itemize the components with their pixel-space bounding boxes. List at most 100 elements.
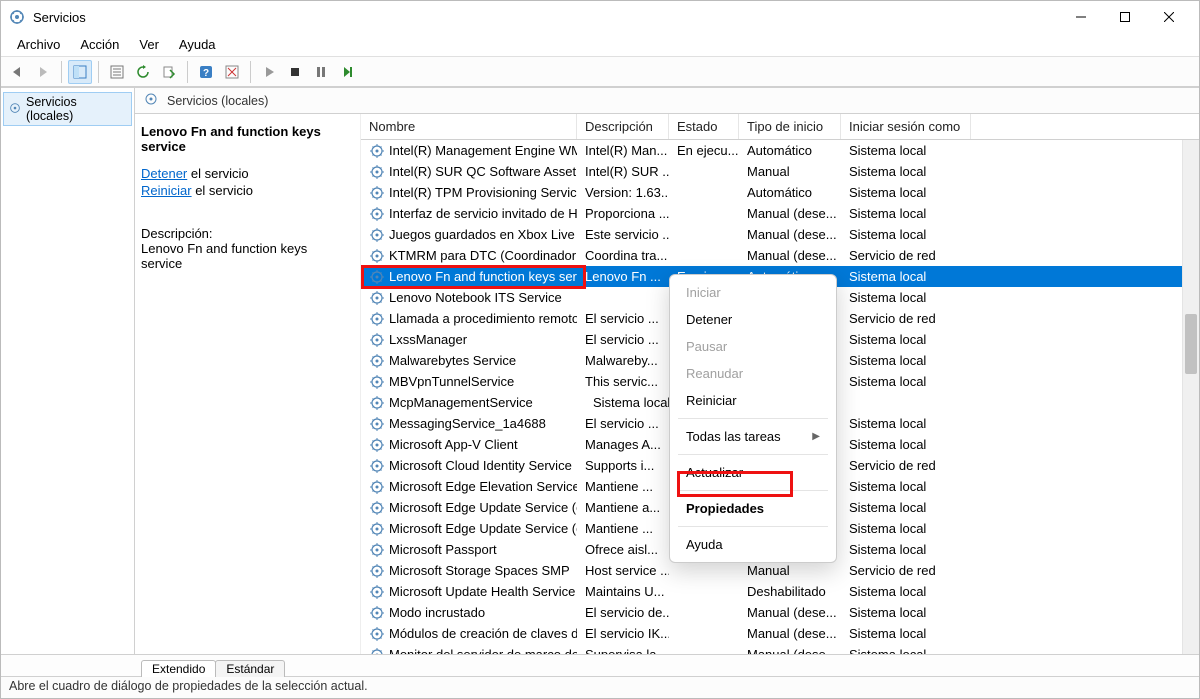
ctx-actualizar[interactable]: Actualizar <box>670 459 836 486</box>
cell-nombre: Intel(R) SUR QC Software Asset Ma... <box>361 161 577 182</box>
col-descripcion[interactable]: Descripción <box>577 114 669 139</box>
menu-separator <box>678 490 828 491</box>
back-button[interactable] <box>5 60 29 84</box>
pause-service-button[interactable] <box>309 60 333 84</box>
cell-desc: Lenovo Fn ... <box>577 266 669 287</box>
window-title: Servicios <box>33 10 86 25</box>
cell-desc: Version: 1.63... <box>577 182 669 203</box>
minimize-button[interactable] <box>1059 1 1103 33</box>
refresh-button[interactable] <box>131 60 155 84</box>
menu-separator <box>678 418 828 419</box>
table-row[interactable]: Juegos guardados en Xbox LiveEste servic… <box>361 224 1199 245</box>
cell-logon: Sistema local <box>841 497 971 518</box>
tree-root-label: Servicios (locales) <box>26 95 127 123</box>
ctx-todas-las-tareas[interactable]: Todas las tareas▶ <box>670 423 836 450</box>
main-header-label: Servicios (locales) <box>167 94 268 108</box>
tab-extendido[interactable]: Extendido <box>141 660 216 677</box>
col-nombre[interactable]: Nombre <box>361 114 577 139</box>
table-row[interactable]: Intel(R) SUR QC Software Asset Ma...Inte… <box>361 161 1199 182</box>
column-headers: Nombre Descripción Estado Tipo de inicio… <box>361 114 1199 140</box>
table-row[interactable]: Intel(R) TPM Provisioning ServiceVersion… <box>361 182 1199 203</box>
maximize-button[interactable] <box>1103 1 1147 33</box>
ctx-ayuda[interactable]: Ayuda <box>670 531 836 558</box>
close-button[interactable] <box>1147 1 1191 33</box>
cell-logon: Sistema local <box>841 413 971 434</box>
table-row[interactable]: Módulos de creación de claves de I...El … <box>361 623 1199 644</box>
col-logon[interactable]: Iniciar sesión como <box>841 114 971 139</box>
cell-tipoinicio: Manual <box>739 560 841 581</box>
cell-estado <box>669 644 739 654</box>
cell-logon: Sistema local <box>841 224 971 245</box>
cell-desc: Supervisa la ... <box>577 644 669 654</box>
menu-ayuda[interactable]: Ayuda <box>169 35 226 54</box>
cell-logon: Sistema local <box>841 518 971 539</box>
cell-desc: Intel(R) Man... <box>577 140 669 161</box>
svg-text:?: ? <box>203 68 209 79</box>
view-tabs: Extendido Estándar <box>1 654 1199 676</box>
services-window: Servicios Archivo Acción Ver Ayuda ? <box>0 0 1200 699</box>
services-icon <box>8 101 22 118</box>
restart-service-button[interactable] <box>335 60 359 84</box>
cell-logon: Sistema local <box>841 203 971 224</box>
service-list[interactable]: Nombre Descripción Estado Tipo de inicio… <box>361 114 1199 654</box>
cell-nombre: Monitor del servidor de marco de l... <box>361 644 577 654</box>
selected-service-name: Lenovo Fn and function keys service <box>141 124 350 154</box>
cell-logon: Sistema local <box>841 539 971 560</box>
cell-estado: En ejecu... <box>669 140 739 161</box>
menu-ver[interactable]: Ver <box>129 35 169 54</box>
table-row[interactable]: KTMRM para DTC (Coordinador d...Coordina… <box>361 245 1199 266</box>
restart-link[interactable]: Reiniciar <box>141 183 192 198</box>
cell-estado <box>669 560 739 581</box>
start-service-button[interactable] <box>257 60 281 84</box>
cell-nombre: Intel(R) TPM Provisioning Service <box>361 182 577 203</box>
table-row[interactable]: Microsoft Storage Spaces SMPHost service… <box>361 560 1199 581</box>
tab-estandar[interactable]: Estándar <box>215 660 285 677</box>
cell-logon: Sistema local <box>841 434 971 455</box>
properties-button[interactable] <box>105 60 129 84</box>
cell-desc: El servicio de... <box>577 602 669 623</box>
cell-desc: El servicio ... <box>577 413 669 434</box>
cell-nombre: Malwarebytes Service <box>361 350 577 371</box>
help-button[interactable]: ? <box>194 60 218 84</box>
table-row[interactable]: Modo incrustadoEl servicio de...Manual (… <box>361 602 1199 623</box>
export-button[interactable] <box>157 60 181 84</box>
cell-nombre: Lenovo Fn and function keys service <box>361 266 577 287</box>
cell-desc: Manages A... <box>577 434 669 455</box>
delete-button[interactable] <box>220 60 244 84</box>
cell-desc: Mantiene a... <box>577 497 669 518</box>
ctx-iniciar: Iniciar <box>670 279 836 306</box>
menu-accion[interactable]: Acción <box>70 35 129 54</box>
cell-desc: El servicio ... <box>577 329 669 350</box>
restart-suffix: el servicio <box>192 183 253 198</box>
cell-nombre: LxssManager <box>361 329 577 350</box>
cell-tipoinicio: Automático <box>739 182 841 203</box>
menubar: Archivo Acción Ver Ayuda <box>1 33 1199 57</box>
tree-pane[interactable]: Servicios (locales) <box>1 88 135 654</box>
table-row[interactable]: Monitor del servidor de marco de l...Sup… <box>361 644 1199 654</box>
cell-nombre: Microsoft Passport <box>361 539 577 560</box>
cell-logon: Sistema local <box>841 476 971 497</box>
table-row[interactable]: Intel(R) Management Engine WMI ...Intel(… <box>361 140 1199 161</box>
ctx-propiedades[interactable]: Propiedades <box>670 495 836 522</box>
cell-tipoinicio: Manual (dese... <box>739 203 841 224</box>
desc-label: Descripción: <box>141 226 350 241</box>
col-estado[interactable]: Estado <box>669 114 739 139</box>
cell-estado <box>669 161 739 182</box>
ctx-reiniciar[interactable]: Reiniciar <box>670 387 836 414</box>
stop-link[interactable]: Detener <box>141 166 187 181</box>
tree-root[interactable]: Servicios (locales) <box>3 92 132 126</box>
scrollbar[interactable] <box>1182 114 1199 654</box>
menu-archivo[interactable]: Archivo <box>7 35 70 54</box>
ctx-detener[interactable]: Detener <box>670 306 836 333</box>
cell-logon: Servicio de red <box>841 245 971 266</box>
forward-button[interactable] <box>31 60 55 84</box>
stop-service-button[interactable] <box>283 60 307 84</box>
cell-logon: Servicio de red <box>841 455 971 476</box>
services-icon <box>143 91 159 110</box>
cell-logon: Sistema local <box>841 602 971 623</box>
show-hide-tree-button[interactable] <box>68 60 92 84</box>
cell-estado <box>669 623 739 644</box>
table-row[interactable]: Interfaz de servicio invitado de Hy...Pr… <box>361 203 1199 224</box>
col-tipoinicio[interactable]: Tipo de inicio <box>739 114 841 139</box>
table-row[interactable]: Microsoft Update Health ServiceMaintains… <box>361 581 1199 602</box>
